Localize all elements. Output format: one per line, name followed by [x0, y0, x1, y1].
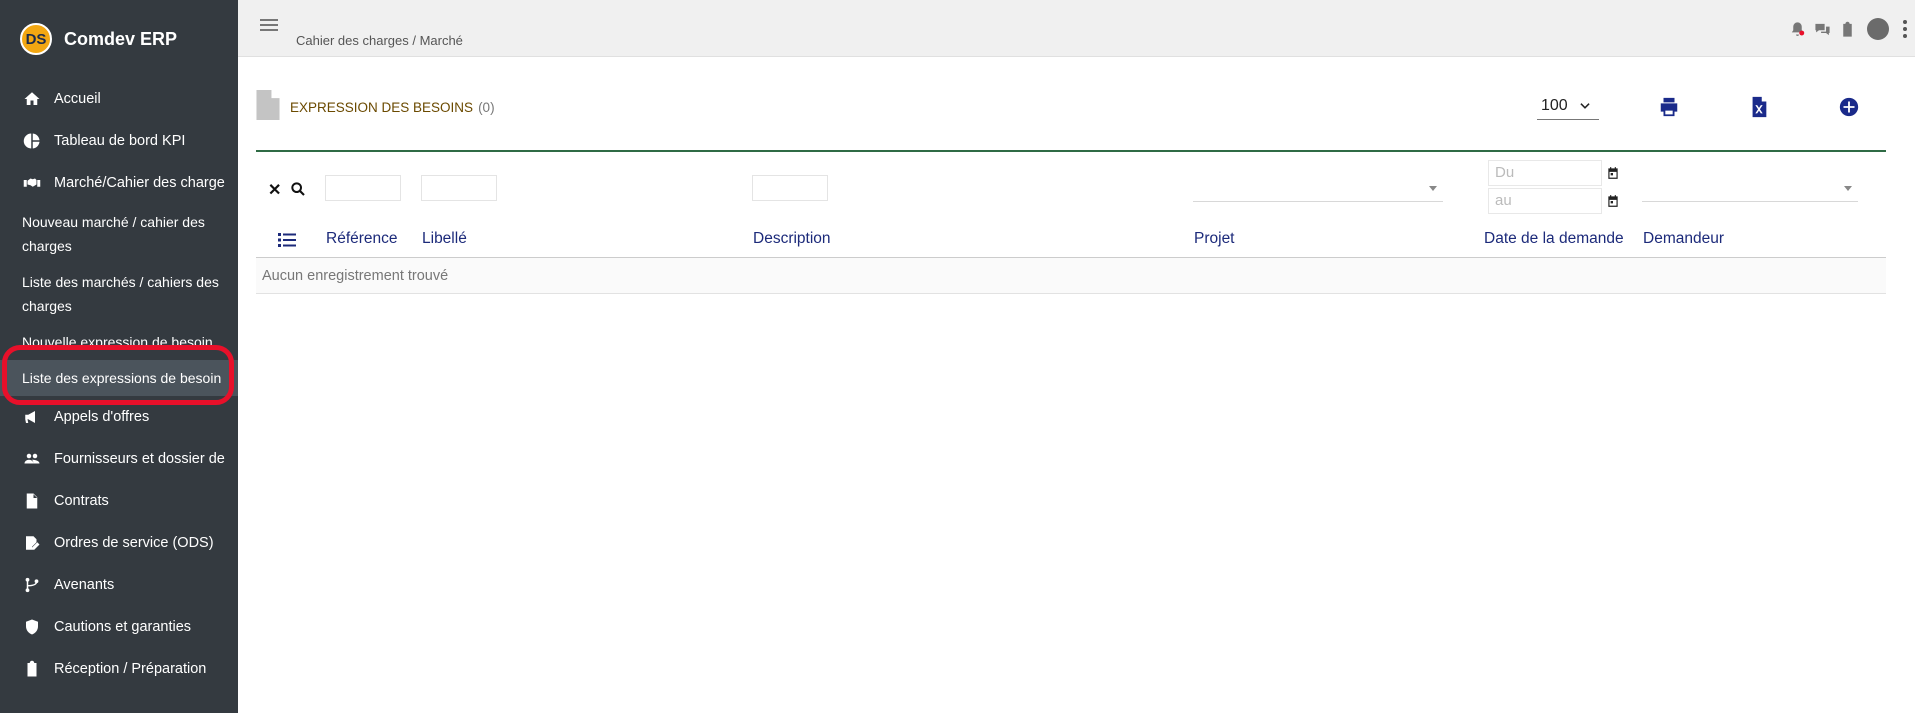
sidebar-item-label: Réception / Préparation — [54, 661, 207, 677]
data-table: ✕ Du au Référence Libellé Description Pr… — [256, 150, 1886, 294]
sidebar-item-marche[interactable]: Marché/Cahier des charge — [0, 162, 238, 204]
sidebar-item-ods[interactable]: Ordres de service (ODS) — [0, 522, 238, 564]
notifications-off-icon[interactable] — [1785, 18, 1809, 40]
sidebar-item-fournisseurs[interactable]: Fournisseurs et dossier de — [0, 438, 238, 480]
sidebar-nav: Accueil Tableau de bord KPI Marché/Cahie… — [0, 78, 238, 690]
more-options-icon[interactable] — [1895, 19, 1915, 40]
breadcrumb[interactable]: Cahier des charges / Marché — [296, 33, 463, 48]
users-icon — [20, 450, 44, 468]
home-icon — [20, 90, 44, 108]
column-libelle[interactable]: Libellé — [422, 230, 467, 248]
topbar: Cahier des charges / Marché — [238, 0, 1915, 57]
sidebar-item-contrats[interactable]: Contrats — [0, 480, 238, 522]
brand-logo: DS — [20, 23, 52, 55]
sidebar-subitem-nouveau-marche[interactable]: Nouveau marché / cahier des charges — [0, 204, 238, 264]
chat-icon[interactable] — [1810, 18, 1834, 40]
plus-circle-icon — [1839, 97, 1859, 117]
filter-reference-input[interactable] — [325, 175, 401, 201]
shield-icon — [20, 618, 44, 636]
filter-date-from-input[interactable]: Du — [1488, 160, 1602, 186]
user-avatar[interactable] — [1867, 18, 1889, 40]
rows-per-page-value: 100 — [1541, 96, 1568, 114]
sidebar-item-label: Appels d'offres — [54, 409, 150, 425]
sidebar-item-appels-offres[interactable]: Appels d'offres — [0, 396, 238, 438]
print-button[interactable] — [1656, 94, 1682, 120]
empty-message: Aucun enregistrement trouvé — [256, 258, 1886, 294]
sidebar-item-accueil[interactable]: Accueil — [0, 78, 238, 120]
sidebar-item-label: Fournisseurs et dossier de — [54, 451, 225, 467]
column-description[interactable]: Description — [753, 230, 831, 248]
rows-per-page-select[interactable]: 100 — [1537, 92, 1599, 120]
printer-icon — [1660, 97, 1678, 117]
sidebar-item-label: Tableau de bord KPI — [54, 133, 186, 149]
filter-row: ✕ Du au — [256, 152, 1886, 222]
page-title: EXPRESSION DES BESOINS — [290, 100, 474, 115]
add-button[interactable] — [1836, 94, 1862, 120]
sidebar-item-label: Avenants — [54, 577, 115, 593]
megaphone-icon — [20, 408, 44, 426]
filter-date-to-input[interactable]: au — [1488, 188, 1602, 214]
sidebar-item-label: Accueil — [54, 91, 101, 107]
caret-down-icon — [1429, 186, 1437, 191]
column-date-demande[interactable]: Date de la demande — [1484, 230, 1624, 248]
export-excel-button[interactable] — [1746, 94, 1772, 120]
brand-name: Comdev ERP — [64, 28, 178, 49]
clipboard-check-icon — [20, 660, 44, 678]
column-projet[interactable]: Projet — [1194, 230, 1235, 248]
sidebar-item-cautions[interactable]: Cautions et garanties — [0, 606, 238, 648]
sidebar-item-label: Ordres de service (ODS) — [54, 535, 214, 551]
edit-document-icon — [20, 534, 44, 552]
sidebar-subitem-nouvelle-expression[interactable]: Nouvelle expression de besoin — [0, 324, 238, 360]
sidebar-subitem-liste-marches[interactable]: Liste des marchés / cahiers des charges — [0, 264, 238, 324]
menu-toggle-icon[interactable] — [260, 16, 278, 34]
handshake-icon — [20, 174, 44, 192]
sidebar-item-reception[interactable]: Réception / Préparation — [0, 648, 238, 690]
sidebar: DS Comdev ERP Accueil Tableau de bord KP… — [0, 0, 238, 713]
clear-filters-icon[interactable]: ✕ — [268, 180, 281, 200]
table-header: Référence Libellé Description Projet Dat… — [256, 222, 1886, 258]
filter-projet-select[interactable] — [1193, 176, 1443, 202]
filter-demandeur-select[interactable] — [1642, 176, 1858, 202]
search-icon[interactable] — [290, 181, 306, 197]
sidebar-subitem-liste-expressions[interactable]: Liste des expressions de besoin — [0, 360, 238, 396]
sidebar-item-avenants[interactable]: Avenants — [0, 564, 238, 606]
sidebar-item-label: Cautions et garanties — [54, 619, 192, 635]
branch-icon — [20, 576, 44, 594]
calendar-icon[interactable] — [1606, 166, 1622, 182]
brand[interactable]: DS Comdev ERP — [0, 0, 238, 78]
excel-file-icon — [1752, 96, 1767, 118]
topbar-actions — [1784, 18, 1915, 40]
filter-description-input[interactable] — [752, 175, 828, 201]
caret-down-icon — [1844, 186, 1852, 191]
column-list-icon[interactable] — [278, 232, 296, 248]
pie-chart-icon — [20, 132, 44, 150]
filter-libelle-input[interactable] — [421, 175, 497, 201]
calendar-icon[interactable] — [1606, 194, 1622, 210]
sidebar-item-label: Contrats — [54, 493, 109, 509]
document-icon — [256, 90, 280, 125]
sidebar-item-kpi[interactable]: Tableau de bord KPI — [0, 120, 238, 162]
main-content: EXPRESSION DES BESOINS (0) 100 ✕ Du au R… — [238, 58, 1915, 713]
contract-icon — [20, 492, 44, 510]
column-demandeur[interactable]: Demandeur — [1643, 230, 1724, 248]
sidebar-item-label: Marché/Cahier des charge — [54, 175, 225, 191]
record-count: (0) — [478, 100, 495, 115]
column-reference[interactable]: Référence — [326, 230, 398, 248]
chevron-down-icon — [1580, 102, 1590, 109]
clipboard-icon[interactable] — [1835, 18, 1859, 40]
page-header: EXPRESSION DES BESOINS (0) — [256, 90, 495, 125]
